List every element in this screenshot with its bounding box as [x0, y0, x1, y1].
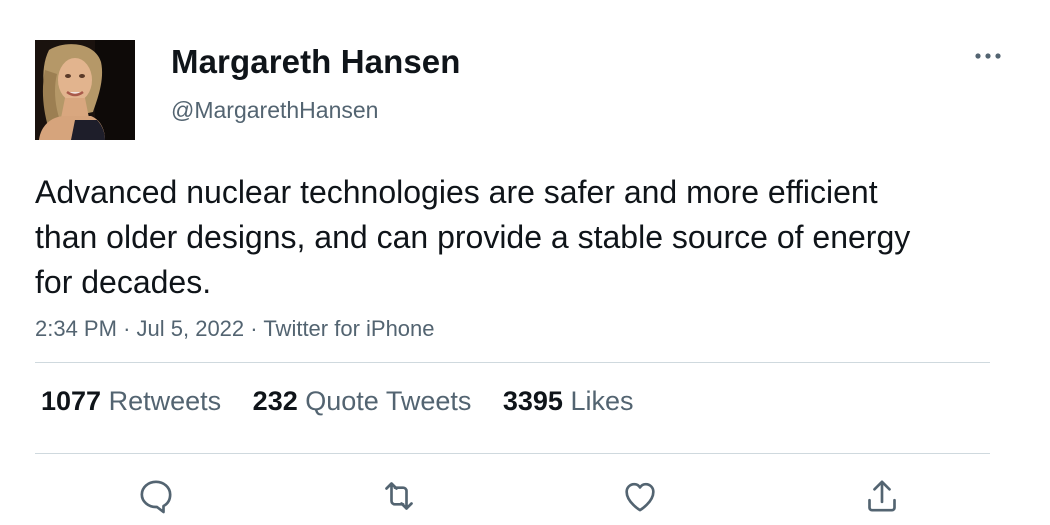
share-icon [868, 480, 896, 512]
meta-separator: · [250, 316, 258, 341]
tweet-date[interactable]: Jul 5, 2022 [137, 316, 245, 341]
likes-stat[interactable]: 3395 Likes [503, 386, 634, 417]
tweet-card: Margareth Hansen @MargarethHansen Advanc… [0, 0, 1050, 525]
meta-separator: · [123, 316, 131, 341]
quote-tweets-stat[interactable]: 232 Quote Tweets [253, 386, 472, 417]
likes-label: Likes [570, 386, 634, 416]
quote-tweets-label: Quote Tweets [305, 386, 472, 416]
share-button[interactable] [862, 476, 902, 516]
retweets-stat[interactable]: 1077 Retweets [41, 386, 221, 417]
reply-icon [140, 480, 172, 514]
more-options-icon[interactable] [973, 46, 1003, 66]
retweets-count: 1077 [41, 386, 102, 416]
retweet-icon [385, 482, 413, 510]
retweet-button[interactable] [379, 476, 419, 516]
likes-count: 3395 [502, 386, 563, 416]
divider [35, 362, 990, 363]
reply-button[interactable] [136, 476, 176, 516]
quote-tweets-count: 232 [252, 386, 298, 416]
tweet-source[interactable]: Twitter for iPhone [263, 316, 434, 341]
avatar-photo-image [35, 40, 135, 140]
tweet-time[interactable]: 2:34 PM [35, 316, 117, 341]
like-button[interactable] [620, 476, 660, 516]
avatar[interactable] [35, 40, 135, 140]
tweet-text: Advanced nuclear technologies are safer … [35, 174, 911, 300]
author-handle[interactable]: @MargarethHansen [171, 97, 378, 124]
engagement-stats: 1077 Retweets 232 Quote Tweets 3395 Like… [41, 386, 658, 417]
heart-icon [625, 482, 655, 512]
author-display-name[interactable]: Margareth Hansen [171, 43, 461, 81]
retweets-label: Retweets [108, 386, 222, 416]
divider [35, 453, 990, 454]
tweet-metadata: 2:34 PM · Jul 5, 2022 · Twitter for iPho… [35, 316, 435, 342]
